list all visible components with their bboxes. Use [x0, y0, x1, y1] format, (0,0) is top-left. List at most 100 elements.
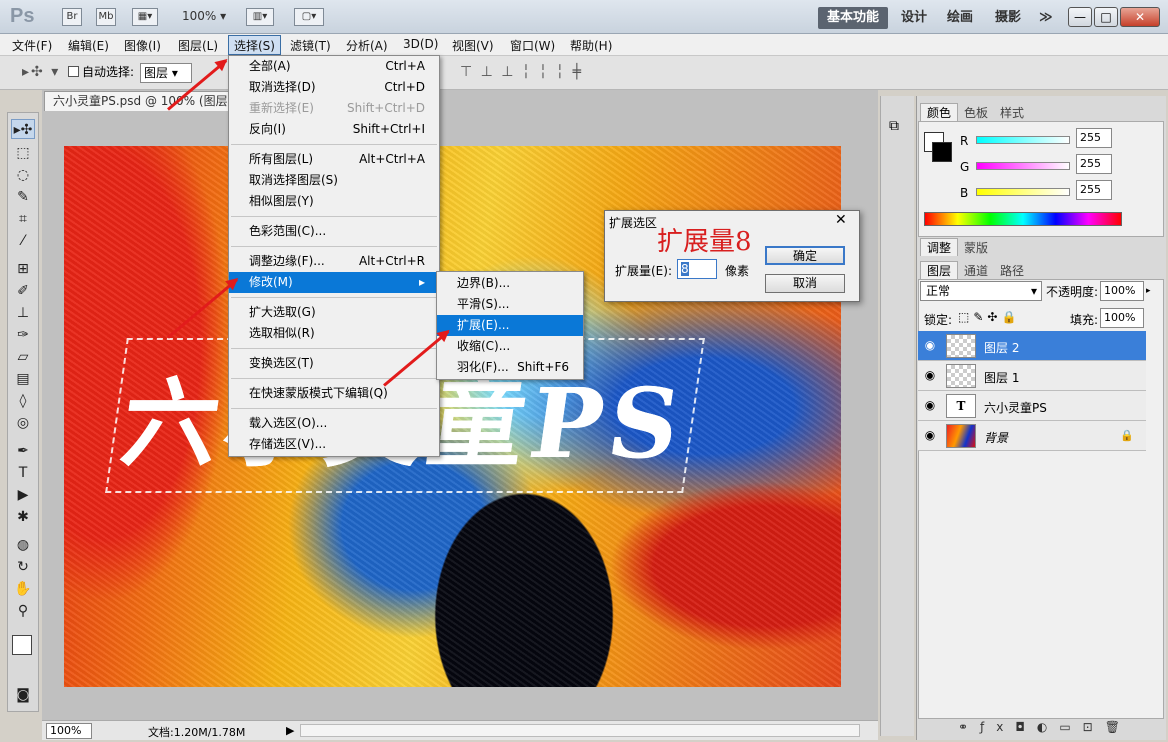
menu-file[interactable]: 文件(F): [12, 37, 52, 54]
status-menu-arrow-icon[interactable]: ▶: [286, 724, 294, 737]
eyedropper-tool-icon[interactable]: ⁄: [11, 231, 35, 251]
workspace-painting[interactable]: 绘画: [938, 7, 982, 29]
channel-r-slider[interactable]: [976, 136, 1070, 144]
tab-color[interactable]: 颜色: [920, 103, 959, 121]
history-panel-icon[interactable]: ⧉: [889, 118, 899, 134]
layer-row-text[interactable]: ◉ T 六小灵童PS: [918, 391, 1146, 421]
opacity-field[interactable]: 100%: [1100, 281, 1144, 301]
mini-bridge-button[interactable]: Mb: [96, 8, 116, 26]
screen-mode-icon[interactable]: ▢▾: [294, 8, 324, 26]
menu-item-load-selection[interactable]: 载入选区(O)...: [229, 413, 439, 434]
menu-edit[interactable]: 编辑(E): [68, 37, 109, 54]
tab-layers[interactable]: 图层: [920, 261, 959, 279]
zoom-level-combo[interactable]: 100% ▾: [182, 9, 226, 23]
minimize-icon[interactable]: —: [1068, 7, 1092, 27]
submenu-item-border[interactable]: 边界(B)...: [437, 273, 583, 294]
more-workspaces-icon[interactable]: ≫: [1030, 7, 1062, 29]
channel-g-slider[interactable]: [976, 162, 1070, 170]
ok-button[interactable]: 确定: [765, 246, 845, 265]
submenu-item-smooth[interactable]: 平滑(S)...: [437, 294, 583, 315]
menu-image[interactable]: 图像(I): [124, 37, 161, 54]
auto-select-checkbox[interactable]: [68, 66, 79, 77]
move-tool-preset-icon[interactable]: ▸✣ ▾: [22, 64, 60, 80]
eye-icon[interactable]: ◉: [922, 428, 938, 442]
close-icon[interactable]: ✕: [1120, 7, 1160, 27]
opacity-arrow-icon[interactable]: ▸: [1146, 281, 1158, 301]
bridge-button[interactable]: Br: [62, 8, 82, 26]
menu-item-modify[interactable]: 修改(M) ▸: [229, 272, 439, 293]
quick-mask-icon[interactable]: ◙: [11, 685, 35, 705]
tab-adjustments[interactable]: 调整: [920, 238, 959, 256]
arrange-documents-icon[interactable]: ▥▾: [246, 8, 274, 26]
tab-swatches[interactable]: 色板: [958, 104, 994, 122]
eye-icon[interactable]: ◉: [922, 368, 938, 382]
layer-row-2[interactable]: ◉ 图层 2: [918, 331, 1146, 361]
zoom-tool-icon[interactable]: ⚲: [11, 601, 35, 621]
hand-tool-icon[interactable]: ✋: [11, 579, 35, 599]
dodge-tool-icon[interactable]: ◎: [11, 413, 35, 433]
document-tab[interactable]: 六小灵童PS.psd @ 100% (图层 2: [44, 91, 234, 111]
workspace-design[interactable]: 设计: [892, 7, 936, 29]
layer-row-1[interactable]: ◉ 图层 1: [918, 361, 1146, 391]
view-extras-icon[interactable]: ▦▾: [132, 8, 158, 26]
menu-3d[interactable]: 3D(D): [403, 37, 438, 51]
menu-window[interactable]: 窗口(W): [510, 37, 555, 54]
pen-tool-icon[interactable]: ✒: [11, 441, 35, 461]
menu-view[interactable]: 视图(V): [452, 37, 494, 54]
crop-tool-icon[interactable]: ⌗: [11, 209, 35, 229]
menu-item-grow[interactable]: 扩大选取(G): [229, 302, 439, 323]
align-icons[interactable]: ⊤ ⊥ ⊥ ╎ ╎ ╎ ╪: [460, 64, 583, 80]
workspace-photography[interactable]: 摄影: [986, 7, 1030, 29]
eye-icon[interactable]: ◉: [922, 338, 938, 352]
menu-filter[interactable]: 滤镜(T): [290, 37, 331, 54]
menu-item-refine-edge[interactable]: 调整边缘(F)... Alt+Ctrl+R: [229, 251, 439, 272]
menu-item-reselect[interactable]: 重新选择(E) Shift+Ctrl+D: [229, 98, 439, 119]
menu-item-deselect[interactable]: 取消选择(D) Ctrl+D: [229, 77, 439, 98]
menu-item-all[interactable]: 全部(A) Ctrl+A: [229, 56, 439, 77]
3d-rotate-tool-icon[interactable]: ◍: [11, 535, 35, 555]
menu-layer[interactable]: 图层(L): [178, 37, 218, 54]
color-bg-swatch[interactable]: [932, 142, 952, 162]
type-tool-icon[interactable]: T: [11, 463, 35, 483]
blend-mode-dropdown[interactable]: 正常 ▾: [920, 281, 1042, 301]
menu-analysis[interactable]: 分析(A): [346, 37, 388, 54]
channel-b-slider[interactable]: [976, 188, 1070, 196]
menu-item-color-range[interactable]: 色彩范围(C)...: [229, 221, 439, 242]
foreground-color-swatch[interactable]: [12, 635, 32, 655]
clone-stamp-tool-icon[interactable]: ⊥: [11, 303, 35, 323]
marquee-tool-icon[interactable]: ⬚: [11, 143, 35, 163]
quick-selection-tool-icon[interactable]: ✎: [11, 187, 35, 207]
submenu-item-feather[interactable]: 羽化(F)... Shift+F6: [437, 357, 583, 378]
eraser-tool-icon[interactable]: ▱: [11, 347, 35, 367]
menu-item-quick-mask[interactable]: 在快速蒙版模式下编辑(Q): [229, 383, 439, 404]
tab-paths[interactable]: 路径: [994, 262, 1030, 280]
shape-tool-icon[interactable]: ✱: [11, 507, 35, 527]
submenu-item-contract[interactable]: 收缩(C)...: [437, 336, 583, 357]
cancel-button[interactable]: 取消: [765, 274, 845, 293]
brush-tool-icon[interactable]: ✐: [11, 281, 35, 301]
healing-brush-tool-icon[interactable]: ⊞: [11, 259, 35, 279]
menu-item-similar[interactable]: 选取相似(R): [229, 323, 439, 344]
auto-select-dropdown[interactable]: 图层 ▾: [140, 63, 192, 83]
menu-help[interactable]: 帮助(H): [570, 37, 612, 54]
dialog-close-icon[interactable]: ✕: [835, 212, 847, 228]
workspace-basic[interactable]: 基本功能: [818, 7, 889, 29]
layer-row-background[interactable]: ◉ 背景 🔒: [918, 421, 1146, 451]
lock-icons[interactable]: ⬚✎✣🔒: [958, 310, 1020, 324]
tab-masks[interactable]: 蒙版: [958, 239, 994, 257]
maximize-icon[interactable]: □: [1094, 7, 1118, 27]
3d-orbit-tool-icon[interactable]: ↻: [11, 557, 35, 577]
menu-item-similar-layers[interactable]: 相似图层(Y): [229, 191, 439, 212]
tab-styles[interactable]: 样式: [994, 104, 1030, 122]
submenu-item-expand[interactable]: 扩展(E)...: [437, 315, 583, 336]
status-zoom-field[interactable]: 100%: [46, 723, 92, 739]
menu-item-deselect-layers[interactable]: 取消选择图层(S): [229, 170, 439, 191]
menu-select[interactable]: 选择(S): [234, 37, 275, 54]
channel-b-value[interactable]: 255: [1076, 180, 1112, 200]
fill-field[interactable]: 100%: [1100, 308, 1144, 328]
channel-r-value[interactable]: 255: [1076, 128, 1112, 148]
horizontal-scrollbar[interactable]: [300, 724, 860, 737]
blur-tool-icon[interactable]: ◊: [11, 391, 35, 411]
expand-amount-input[interactable]: 8: [677, 259, 717, 279]
eye-icon[interactable]: ◉: [922, 398, 938, 412]
